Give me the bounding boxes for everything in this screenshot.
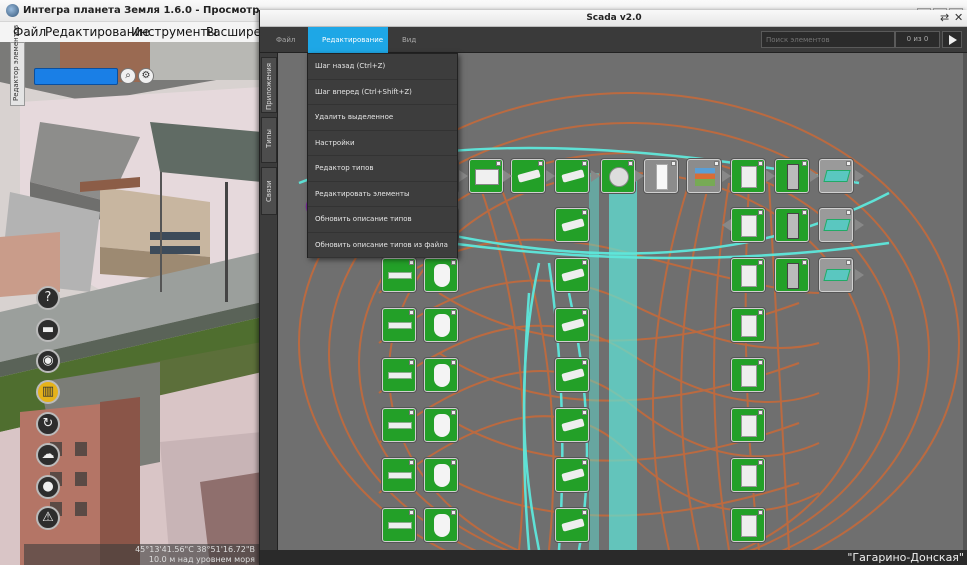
link-arrow (635, 170, 644, 182)
camera-icon[interactable]: ◉ (36, 349, 60, 373)
motion-sensor-node[interactable] (424, 358, 458, 392)
link-arrow (855, 269, 864, 281)
canvas-scrollbar[interactable] (963, 53, 967, 550)
camera-node[interactable] (555, 508, 589, 542)
link-arrow (591, 170, 600, 182)
controller-node[interactable] (731, 408, 765, 442)
controller-node[interactable] (731, 159, 765, 193)
link-arrow (503, 170, 512, 182)
server-node[interactable] (644, 159, 678, 193)
menu-item-redo[interactable]: Шаг вперед (Ctrl+Shift+Z) (308, 80, 457, 105)
controller-node[interactable] (731, 308, 765, 342)
camera-node[interactable] (555, 159, 589, 193)
camera-node[interactable] (555, 408, 589, 442)
menu-tools[interactable]: Инструменты (131, 25, 217, 39)
app-title: Интегра планета Земля 1.6.0 - Просмотр (23, 5, 260, 16)
link-arrow (546, 170, 555, 182)
gear-icon[interactable]: ⚙ (138, 68, 154, 84)
camera-node[interactable] (511, 159, 545, 193)
storage-node[interactable] (687, 159, 721, 193)
menu-item-update-types-from-file[interactable]: Обновить описание типов из файла (308, 233, 457, 258)
switch-node[interactable] (819, 258, 853, 292)
menu-item-delete-selected[interactable]: Удалить выделенное (308, 105, 457, 131)
scada-statusbar: "Гагарино-Донская" (260, 550, 967, 565)
coordinate-readout: 45°13'41.56"С 38°51'16.72"В 10.0 м над у… (24, 544, 259, 565)
map-search-field[interactable] (34, 68, 118, 85)
menu-item-type-editor[interactable]: Редактор типов (308, 156, 457, 182)
controller-node[interactable] (731, 208, 765, 242)
camera-node[interactable] (555, 208, 589, 242)
controller-node[interactable] (731, 258, 765, 292)
globe-icon (6, 4, 19, 17)
scada-toolbar: Файл Редактирование Вид 0 из 0 (260, 27, 967, 53)
controller-node[interactable] (731, 358, 765, 392)
menu-view[interactable]: Вид (394, 27, 424, 53)
motion-sensor-node[interactable] (424, 508, 458, 542)
scada-title: Scada v2.0 (586, 13, 642, 23)
rack-node[interactable] (775, 208, 809, 242)
camera-node[interactable] (555, 258, 589, 292)
menu-item-undo[interactable]: Шаг назад (Ctrl+Z) (308, 54, 457, 80)
switch-node[interactable] (819, 159, 853, 193)
tab-types[interactable]: Типы (261, 117, 277, 163)
crowd-icon[interactable]: ☁ (36, 443, 60, 467)
camera-node[interactable] (555, 308, 589, 342)
menu-item-edit-elements[interactable]: Редактировать элементы (308, 182, 457, 207)
reader-node[interactable] (382, 408, 416, 442)
tab-applications[interactable]: Приложения (261, 57, 277, 113)
edit-menu-dropdown: Шаг назад (Ctrl+Z) Шаг вперед (Ctrl+Shif… (307, 53, 458, 258)
recorder-node[interactable] (601, 159, 635, 193)
rack-node[interactable] (775, 258, 809, 292)
camera-node[interactable] (555, 458, 589, 492)
menu-item-update-types[interactable]: Обновить описание типов (308, 207, 457, 233)
link-arrow (855, 219, 864, 231)
globe-icon[interactable]: ● (36, 475, 60, 499)
link-arrow (855, 170, 864, 182)
help-icon[interactable]: ? (36, 286, 60, 310)
controller-node[interactable] (731, 458, 765, 492)
play-icon[interactable] (942, 31, 962, 48)
link-arrow (722, 219, 731, 231)
alarm-icon[interactable]: ⚠ (36, 506, 60, 530)
reader-node[interactable] (382, 258, 416, 292)
link-arrow (810, 170, 819, 182)
link-arrow (459, 170, 468, 182)
camera-node[interactable] (555, 358, 589, 392)
switch-node[interactable] (819, 208, 853, 242)
reader-node[interactable] (382, 508, 416, 542)
link-arrow (766, 170, 775, 182)
motion-sensor-node[interactable] (424, 458, 458, 492)
search-result-count: 0 из 0 (895, 31, 940, 48)
rotate-icon[interactable]: ↻ (36, 412, 60, 436)
object-name-label: "Гагарино-Донская" (847, 551, 964, 564)
motion-sensor-node[interactable] (424, 408, 458, 442)
element-editor-tab[interactable]: Редактор элементов (10, 25, 25, 106)
vehicle-icon[interactable]: ▬ (36, 318, 60, 342)
building-icon[interactable]: ▥ (36, 380, 60, 404)
controller-node[interactable] (731, 508, 765, 542)
reader-node[interactable] (382, 308, 416, 342)
motion-sensor-node[interactable] (424, 308, 458, 342)
menu-item-settings[interactable]: Настройки (308, 131, 457, 156)
scada-titlebar: Scada v2.0 ⇄ ✕ (260, 10, 967, 27)
menu-file[interactable]: Файл (268, 27, 303, 53)
search-icon[interactable]: ⌕ (120, 68, 136, 84)
scada-side-panel: Приложения Типы Связи (260, 53, 278, 550)
close-icon[interactable]: ✕ (954, 11, 963, 24)
reader-node[interactable] (382, 458, 416, 492)
element-search-input[interactable] (761, 31, 895, 48)
menu-edit[interactable]: Редактирование (308, 27, 388, 53)
restore-icon[interactable]: ⇄ (940, 11, 949, 24)
link-arrow (722, 170, 731, 182)
reader-node[interactable] (382, 358, 416, 392)
rack-node[interactable] (775, 159, 809, 193)
control-panel-node[interactable] (469, 159, 503, 193)
tab-links[interactable]: Связи (261, 167, 277, 215)
motion-sensor-node[interactable] (424, 258, 458, 292)
